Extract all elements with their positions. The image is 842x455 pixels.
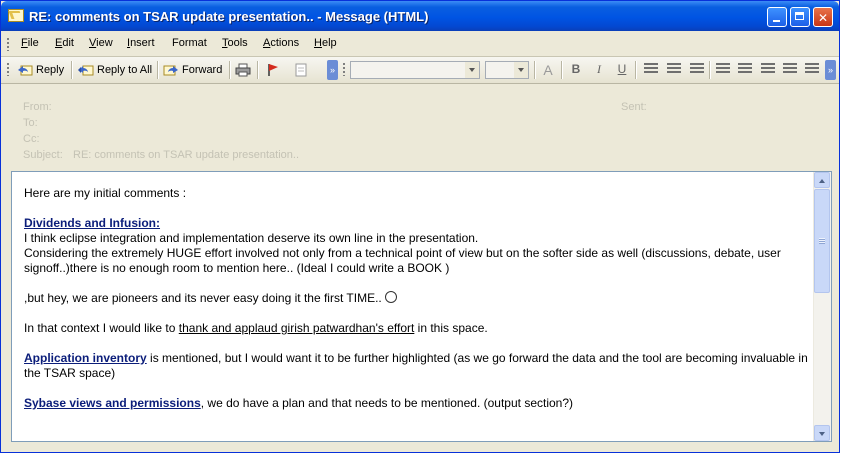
section-heading-app-inventory: Application inventory [24,351,147,365]
font-size-select[interactable] [485,61,529,79]
document-icon [293,63,309,77]
toolbar-options-chevron-icon[interactable]: » [327,60,338,80]
message-header: From: Sent: To: Cc: Subject: RE: comment… [1,84,839,170]
numbering-icon[interactable] [716,63,730,75]
bold-button[interactable]: B [568,62,584,78]
bullets-icon[interactable] [738,63,752,75]
open-document-button[interactable] [293,60,312,80]
scroll-thumb[interactable] [814,189,830,293]
to-label: To: [23,117,38,129]
print-button[interactable] [235,60,254,80]
toolbar-separator [635,61,637,79]
chevron-down-icon[interactable] [465,62,479,78]
cc-label: Cc: [23,133,40,145]
reply-all-icon [78,63,94,77]
toolbar-separator [229,61,231,79]
align-right-icon[interactable] [690,63,704,75]
vertical-scrollbar[interactable] [813,172,831,441]
underline-button[interactable]: U [614,62,630,78]
scroll-up-arrow-icon[interactable] [814,172,830,188]
font-name-select[interactable] [350,61,480,79]
message-body-text[interactable]: Here are my initial comments : Dividends… [24,186,810,411]
toolbar-separator [534,61,536,79]
close-icon: ✕ [817,11,829,25]
menu-actions[interactable]: Actions [263,37,299,49]
toolbar-grip-icon[interactable] [7,63,9,76]
maximize-button[interactable] [790,7,810,27]
body-paragraph: Sybase views and permissions, we do have… [24,396,574,410]
increase-indent-icon[interactable] [783,63,797,75]
menu-grip-icon[interactable] [7,38,9,51]
toolbar-options-chevron-icon[interactable]: » [825,60,836,80]
title-bar[interactable]: RE: comments on TSAR update presentation… [1,1,839,31]
body-paragraph: Considering the extremely HUGE effort in… [24,246,781,275]
body-paragraph: Application inventory is mentioned, but … [24,351,808,380]
message-body[interactable]: Here are my initial comments : Dividends… [11,171,832,442]
sent-label: Sent: [621,101,647,113]
maximize-icon [795,12,804,20]
forward-icon [163,63,179,77]
forward-button[interactable]: Forward [163,60,222,80]
body-paragraph: ,but hey, we are pioneers and its never … [24,291,810,306]
reply-all-button[interactable]: Reply to All [78,60,152,80]
italic-button[interactable]: I [591,62,607,78]
minimize-icon [773,20,780,22]
smiley-icon [385,291,398,303]
message-envelope-icon [8,9,24,22]
formatting-grip-icon[interactable] [343,63,345,76]
underlined-text: thank and applaud girish patwardhan's ef… [178,321,415,335]
chevron-down-icon[interactable] [514,62,528,78]
font-color-button[interactable]: A [540,62,556,78]
scroll-down-arrow-icon[interactable] [814,425,830,441]
message-window: RE: comments on TSAR update presentation… [0,0,840,453]
from-label: From: [23,101,52,113]
align-left-icon[interactable] [644,63,658,75]
standard-toolbar: Reply Reply to All Forward » A B I U » [1,57,839,84]
decrease-indent-icon[interactable] [761,63,775,75]
body-paragraph: In that context I would like to thank an… [24,321,488,335]
toolbar-separator [561,61,563,79]
section-heading-sybase: Sybase views and permissions [24,396,201,410]
menu-file[interactable]: File [21,37,39,49]
toolbar-separator [709,61,711,79]
intro-text: Here are my initial comments : [24,186,187,200]
window-title: RE: comments on TSAR update presentation… [29,9,429,24]
menu-format[interactable]: Format [172,37,207,49]
red-flag-icon [265,63,281,77]
toolbar-separator [257,61,259,79]
body-paragraph: I think eclipse integration and implemen… [24,231,479,245]
subject-value: RE: comments on TSAR update presentation… [73,149,300,161]
menu-insert[interactable]: Insert [127,37,155,49]
horizontal-line-icon[interactable] [805,63,819,75]
menu-view[interactable]: View [89,37,113,49]
reply-button[interactable]: Reply [17,60,64,80]
reply-icon [17,63,33,77]
menu-help[interactable]: Help [314,37,337,49]
subject-label: Subject: [23,149,63,161]
minimize-button[interactable] [767,7,787,27]
menu-edit[interactable]: Edit [55,37,74,49]
toolbar-separator [157,61,159,79]
follow-up-flag-button[interactable] [265,60,284,80]
section-heading-dividends: Dividends and Infusion: [24,216,161,230]
menu-bar: File Edit View Insert Format Tools Actio… [1,32,839,57]
toolbar-separator [71,61,73,79]
menu-tools[interactable]: Tools [222,37,248,49]
align-center-icon[interactable] [667,63,681,75]
close-button[interactable]: ✕ [813,7,833,27]
printer-icon [235,63,251,77]
